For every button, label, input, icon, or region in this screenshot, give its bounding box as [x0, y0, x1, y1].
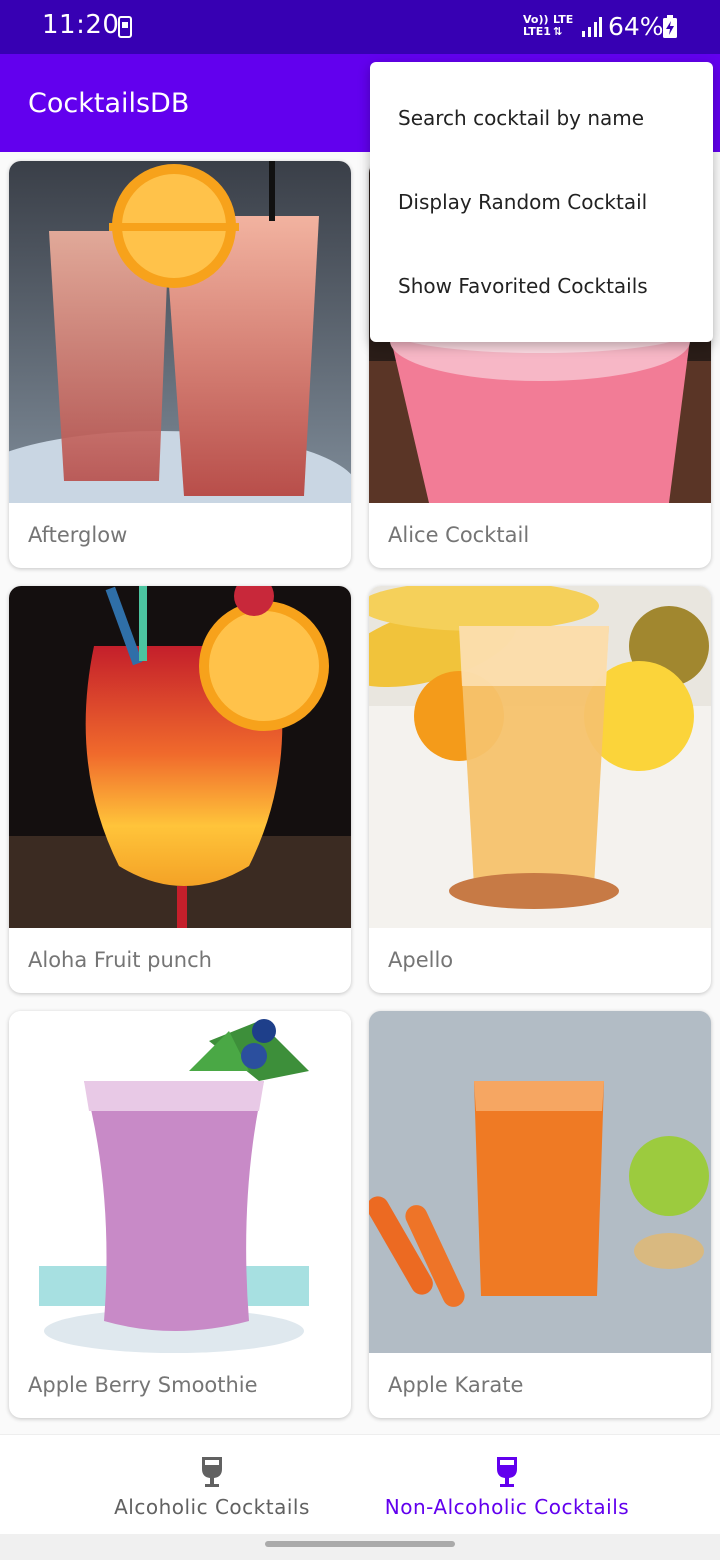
- cocktail-image: [369, 586, 711, 928]
- tab-alcoholic-label: Alcoholic Cocktails: [114, 1495, 310, 1519]
- home-gesture-handle[interactable]: [265, 1541, 455, 1547]
- tab-non-alcoholic[interactable]: Non-Alcoholic Cocktails: [364, 1435, 650, 1535]
- bottom-navigation: Alcoholic Cocktails Non-Alcoholic Cockta…: [0, 1434, 720, 1534]
- cocktail-image: [9, 586, 351, 928]
- phone-status-icon: [118, 16, 132, 38]
- cocktail-name: Aloha Fruit punch: [28, 948, 212, 972]
- cocktail-name: Alice Cocktail: [388, 523, 530, 547]
- menu-item-search[interactable]: Search cocktail by name: [370, 76, 713, 160]
- cocktail-card[interactable]: Apple Berry Smoothie: [9, 1011, 351, 1418]
- menu-item-favorites[interactable]: Show Favorited Cocktails: [370, 244, 713, 328]
- system-navigation-bar: [0, 1534, 720, 1560]
- signal-icon: [582, 17, 602, 37]
- cocktail-card[interactable]: Apple Karate: [369, 1011, 711, 1418]
- cocktail-name: Apple Karate: [388, 1373, 524, 1397]
- sim-label: LTE1: [523, 25, 551, 38]
- cocktail-image: [369, 1011, 711, 1353]
- cocktail-name: Apello: [388, 948, 454, 972]
- status-time: 11:20: [42, 10, 120, 40]
- tab-non-alcoholic-label: Non-Alcoholic Cocktails: [384, 1495, 630, 1519]
- battery-charging-icon: [663, 15, 677, 38]
- status-bar: 11:20 Vo)) LTE1 LTE ⇅ 64%: [0, 0, 720, 54]
- wine-glass-icon: [202, 1457, 222, 1487]
- cocktail-card[interactable]: Apello: [369, 586, 711, 993]
- data-arrows-icon: ⇅: [553, 25, 563, 38]
- cocktail-image: [9, 1011, 351, 1353]
- tab-alcoholic[interactable]: Alcoholic Cocktails: [60, 1435, 364, 1535]
- wine-glass-icon: [497, 1457, 517, 1487]
- overflow-menu: Search cocktail by name Display Random C…: [370, 62, 713, 342]
- app-title: CocktailsDB: [28, 88, 190, 119]
- menu-item-random[interactable]: Display Random Cocktail: [370, 160, 713, 244]
- battery-percent: 64%: [608, 12, 664, 41]
- cocktail-card[interactable]: Afterglow: [9, 161, 351, 568]
- cocktail-card[interactable]: Aloha Fruit punch: [9, 586, 351, 993]
- cocktail-grid[interactable]: Afterglow Alice Cocktail Aloha Fruit pun…: [0, 152, 720, 1434]
- cocktail-name: Afterglow: [28, 523, 128, 547]
- cocktail-image: [9, 161, 351, 503]
- lte-indicator: LTE ⇅: [553, 14, 573, 38]
- cocktail-name: Apple Berry Smoothie: [28, 1373, 258, 1397]
- volte-indicator: Vo)) LTE1: [523, 14, 551, 38]
